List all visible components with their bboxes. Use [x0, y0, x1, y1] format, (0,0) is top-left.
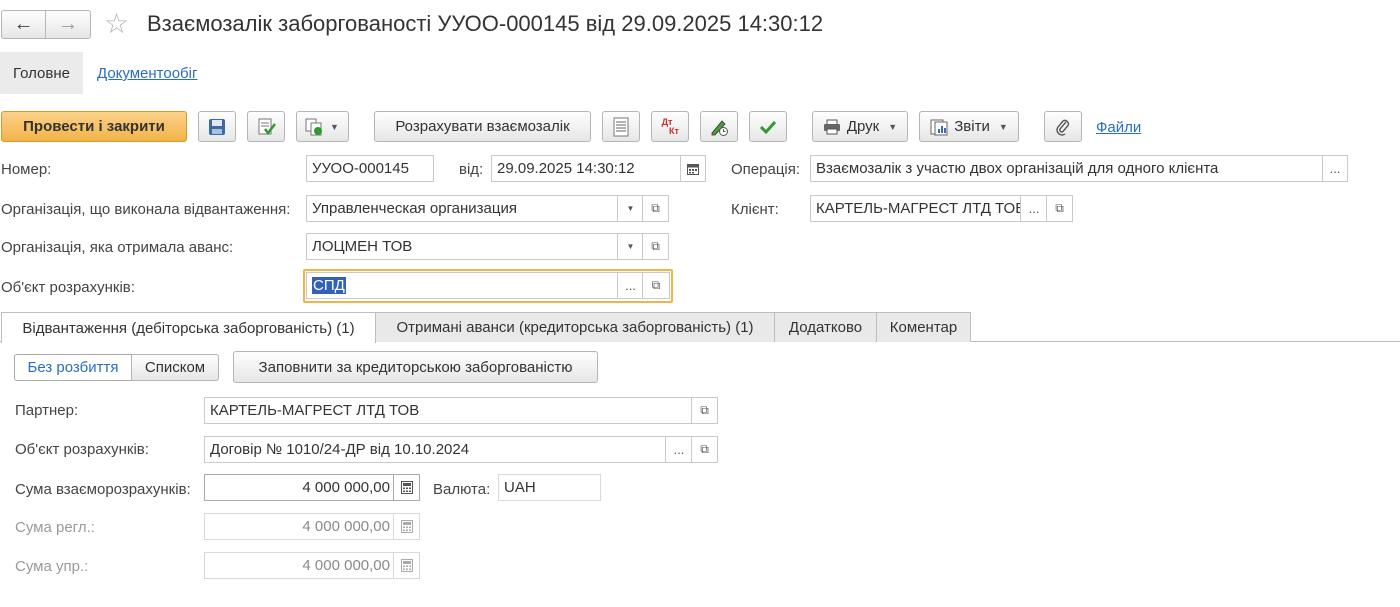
settle-open[interactable]: ⧉ — [642, 272, 670, 299]
page-title: Взаємозалік заборгованості УУОО-000145 в… — [147, 11, 824, 36]
post-close-button[interactable]: Провести і закрити — [1, 111, 187, 142]
client-select-button[interactable]: ... — [1020, 195, 1047, 222]
sum-field[interactable]: 4 000 000,00 — [204, 474, 394, 501]
calculator-icon — [400, 520, 413, 533]
settle-select-button[interactable]: ... — [617, 272, 643, 299]
calculator-icon — [400, 559, 413, 572]
sum-mgmt-calc-button — [393, 552, 420, 579]
dropdown-icon: ▼ — [998, 121, 1008, 132]
forward-arrow-icon: → — [58, 13, 78, 35]
org-ship-dropdown[interactable]: ▼ — [617, 195, 643, 222]
print-label: Друк — [846, 118, 880, 135]
edit-clock-icon — [711, 119, 728, 136]
tab-comment[interactable]: Коментар — [876, 312, 971, 342]
check-icon — [759, 120, 777, 134]
org-adv-dropdown[interactable]: ▼ — [617, 233, 643, 260]
confirm-button[interactable] — [749, 111, 787, 142]
post-button[interactable] — [247, 111, 285, 142]
open-icon: ⧉ — [700, 403, 709, 417]
settle-field[interactable]: СПД — [306, 272, 618, 299]
org-adv-label: Організація, яка отримала аванс: — [1, 239, 234, 256]
sum-mgmt-field: 4 000 000,00 — [204, 552, 394, 579]
date-field[interactable]: 29.09.2025 14:30:12 — [491, 155, 681, 182]
save-button[interactable] — [198, 111, 236, 142]
save-icon — [209, 118, 225, 135]
list-icon — [613, 117, 629, 136]
back-arrow-icon: ← — [13, 13, 34, 35]
operation-select-button[interactable]: ... — [1322, 155, 1348, 182]
calendar-icon — [687, 163, 699, 175]
org-ship-field[interactable]: Управленческая организация — [306, 195, 618, 222]
obj-field[interactable]: Договір № 1010/24-ДР від 10.10.2024 — [204, 436, 666, 463]
create-based-button[interactable]: ▼ — [296, 111, 349, 142]
reports-label: Звіти — [954, 118, 990, 135]
post-icon — [258, 118, 276, 135]
mode-list-button[interactable]: Списком — [131, 354, 219, 381]
obj-select-button[interactable]: ... — [665, 436, 692, 463]
star-icon[interactable]: ☆ — [104, 9, 129, 39]
paperclip-icon — [1056, 119, 1070, 136]
obj-label: Об'єкт розрахунків: — [15, 441, 149, 458]
open-icon: ⧉ — [651, 239, 660, 253]
date-label: від: — [459, 161, 484, 178]
open-icon: ⧉ — [651, 278, 661, 292]
dropdown-icon: ▼ — [626, 242, 635, 251]
sum-calc-button[interactable] — [393, 474, 420, 501]
list-button[interactable] — [602, 111, 640, 142]
nav-main[interactable]: Головне — [0, 52, 83, 94]
settle-label: Об'єкт розрахунків: — [1, 279, 135, 296]
sum-reg-field: 4 000 000,00 — [204, 513, 394, 540]
dropdown-icon: ▼ — [330, 121, 339, 132]
edit-history-button[interactable] — [700, 111, 738, 142]
files-link[interactable]: Файли — [1096, 119, 1141, 136]
printer-icon — [823, 119, 840, 134]
operation-label: Операція: — [731, 161, 801, 178]
mode-nosplit-button[interactable]: Без розбиття — [14, 354, 132, 381]
client-label: Клієнт: — [731, 201, 779, 218]
reports-icon — [930, 119, 948, 135]
open-icon: ⧉ — [700, 442, 709, 456]
tab-additional[interactable]: Додатково — [774, 312, 877, 342]
sum-reg-calc-button — [393, 513, 420, 540]
currency-field[interactable]: UAH — [498, 474, 601, 501]
partner-open[interactable]: ⧉ — [691, 397, 718, 424]
sum-reg-label: Сума регл.: — [15, 519, 95, 536]
dropdown-icon: ▼ — [888, 121, 898, 132]
tab-advances[interactable]: Отримані аванси (кредиторська заборгован… — [375, 312, 775, 342]
org-adv-open[interactable]: ⧉ — [642, 233, 669, 260]
sum-mgmt-label: Сума упр.: — [15, 558, 89, 575]
org-ship-open[interactable]: ⧉ — [642, 195, 669, 222]
reports-button[interactable]: Звіти ▼ — [919, 111, 1019, 142]
client-open[interactable]: ⧉ — [1046, 195, 1073, 222]
attach-button[interactable] — [1044, 111, 1082, 142]
dtkt-button[interactable]: Дт Кт — [651, 111, 689, 142]
client-field[interactable]: КАРТЕЛЬ-МАГРЕСТ ЛТД ТОВ — [810, 195, 1021, 222]
currency-label: Валюта: — [433, 481, 491, 498]
partner-label: Партнер: — [15, 402, 79, 419]
nav-docflow[interactable]: Документообіг — [97, 65, 197, 82]
back-button[interactable]: ← — [1, 10, 46, 39]
calculator-icon — [400, 481, 413, 494]
dtkt-icon: Дт Кт — [661, 116, 679, 136]
number-field[interactable]: УУОО-000145 — [306, 155, 434, 182]
org-ship-label: Організація, що виконала відвантаження: — [1, 201, 291, 218]
partner-field[interactable]: КАРТЕЛЬ-МАГРЕСТ ЛТД ТОВ — [204, 397, 692, 424]
operation-field[interactable]: Взаємозалік з участю двох організацій дл… — [810, 155, 1323, 182]
calendar-button[interactable] — [680, 155, 706, 182]
open-icon: ⧉ — [1055, 201, 1064, 215]
settle-selected-text: СПД — [312, 277, 346, 294]
fill-by-credit-button[interactable]: Заповнити за кредиторською заборгованіст… — [233, 351, 598, 383]
open-icon: ⧉ — [651, 201, 660, 215]
obj-open[interactable]: ⧉ — [691, 436, 718, 463]
dropdown-icon: ▼ — [626, 204, 635, 213]
forward-button[interactable]: → — [45, 10, 91, 39]
nav-main-label: Головне — [13, 64, 70, 82]
org-adv-field[interactable]: ЛОЦМЕН ТОВ — [306, 233, 618, 260]
sum-label: Сума взаєморозрахунків: — [15, 481, 191, 498]
calc-offset-button[interactable]: Розрахувати взаємозалік — [374, 111, 591, 142]
tab-shipment[interactable]: Відвантаження (дебіторська заборгованіст… — [1, 312, 376, 343]
create-based-icon — [305, 118, 322, 135]
print-button[interactable]: Друк ▼ — [812, 111, 908, 142]
number-label: Номер: — [1, 161, 52, 178]
